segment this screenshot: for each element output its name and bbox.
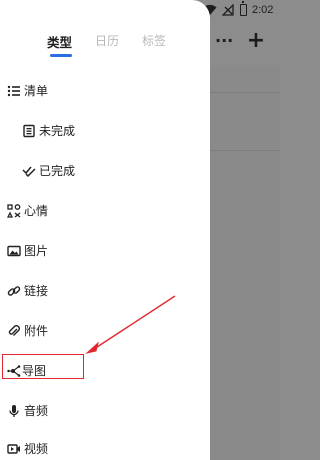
sidebar-item-label: 视频 (24, 442, 49, 456)
image-icon (7, 245, 21, 257)
microphone-icon (9, 405, 19, 417)
attachment-icon (8, 325, 20, 336)
list-icon (7, 85, 20, 97)
sidebar-item-completed[interactable]: 已完成 (0, 160, 200, 184)
divider (210, 150, 280, 151)
mood-icon (7, 204, 21, 218)
sidebar-item-label: 未完成 (39, 124, 76, 138)
navigation-drawer: 类型 日历 标签 清单 未完成 已完成 心情 图片 链接 附件 导图 音频 视频 (0, 0, 210, 460)
sidebar-item-video[interactable]: 视频 (0, 438, 200, 460)
sidebar-item-label: 图片 (24, 244, 49, 258)
sidebar-item-attachment[interactable]: 附件 (0, 320, 200, 344)
battery-icon (240, 1, 247, 16)
sidebar-item-mood[interactable]: 心情 (0, 200, 200, 224)
divider (210, 92, 280, 93)
tab-type[interactable]: 类型 (47, 32, 72, 51)
more-icon[interactable]: ··· (215, 32, 233, 50)
drawer-tabs: 类型 日历 标签 (0, 32, 210, 57)
sidebar-item-label: 已完成 (39, 164, 76, 178)
sidebar-item-list[interactable]: 清单 (0, 80, 200, 104)
incomplete-icon (23, 124, 35, 138)
tab-calendar[interactable]: 日历 (95, 32, 119, 49)
sidebar-item-incomplete[interactable]: 未完成 (0, 120, 200, 144)
sidebar-item-label: 清单 (24, 84, 49, 98)
tab-indicator (50, 54, 72, 57)
tab-tags[interactable]: 标签 (142, 32, 166, 49)
add-icon[interactable]: + (245, 30, 267, 52)
completed-icon (22, 166, 36, 178)
link-icon (7, 286, 21, 296)
sidebar-item-label: 链接 (24, 284, 49, 298)
sidebar-item-link[interactable]: 链接 (0, 280, 200, 304)
sidebar-item-label: 音频 (24, 404, 49, 418)
clock: 2:02 (252, 4, 274, 16)
video-icon (7, 444, 20, 454)
sidebar-item-label: 附件 (24, 324, 49, 338)
sidebar-item-audio[interactable]: 音频 (0, 400, 200, 424)
no-signal-icon (222, 4, 234, 16)
sidebar-item-image[interactable]: 图片 (0, 240, 200, 264)
highlight-box (2, 354, 84, 379)
sidebar-item-label: 心情 (24, 204, 49, 218)
